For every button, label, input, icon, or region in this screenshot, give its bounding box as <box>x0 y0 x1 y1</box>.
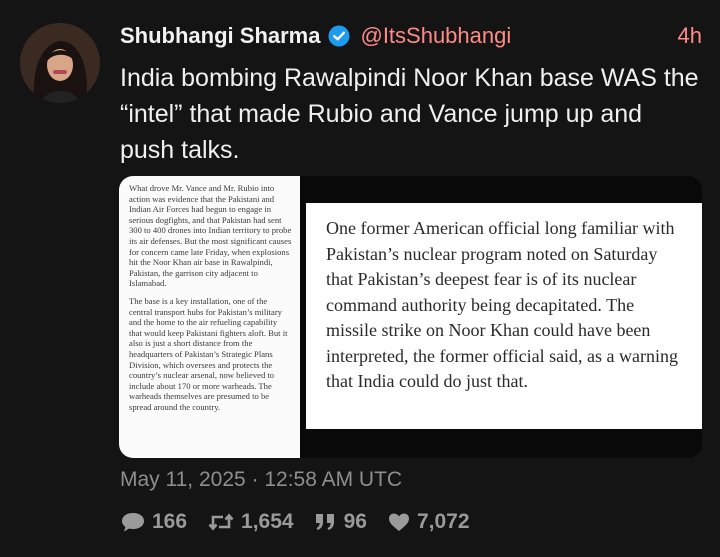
like-icon <box>388 513 409 531</box>
article-paragraph: What drove Mr. Vance and Mr. Rubio into … <box>129 183 292 289</box>
reply-button[interactable]: 166 <box>120 510 187 534</box>
quote-count: 96 <box>343 510 367 533</box>
like-button[interactable]: 7,072 <box>387 510 470 534</box>
repost-button[interactable]: 1,654 <box>207 510 294 534</box>
repost-icon <box>208 513 234 531</box>
article-quote: One former American official long famili… <box>306 203 702 429</box>
verified-badge-icon <box>328 25 350 47</box>
reply-icon <box>122 513 144 532</box>
post-timestamp[interactable]: May 11, 2025 · 12:58 AM UTC <box>120 468 402 492</box>
article-paragraph: The base is a key installation, one of t… <box>129 295 288 412</box>
author-handle[interactable]: @ItsShubhangi <box>360 23 511 49</box>
like-count: 7,072 <box>416 510 470 533</box>
reply-count: 166 <box>152 510 188 533</box>
quote-icon <box>315 514 334 530</box>
post-header: Shubhangi Sharma @ItsShubhangi 4h <box>120 20 702 52</box>
post-time-ago[interactable]: 4h <box>678 23 702 49</box>
quote-button[interactable]: 96 <box>314 510 367 534</box>
article-excerpt: What drove Mr. Vance and Mr. Rubio into … <box>119 176 300 458</box>
author-name[interactable]: Shubhangi Sharma <box>120 23 320 49</box>
post-media[interactable]: What drove Mr. Vance and Mr. Rubio into … <box>119 176 702 458</box>
post-text: India bombing Rawalpindi Noor Khan base … <box>120 64 699 164</box>
repost-count: 1,654 <box>241 510 294 533</box>
avatar[interactable] <box>20 23 100 103</box>
action-bar: 166 1,654 96 7,072 <box>120 510 490 534</box>
